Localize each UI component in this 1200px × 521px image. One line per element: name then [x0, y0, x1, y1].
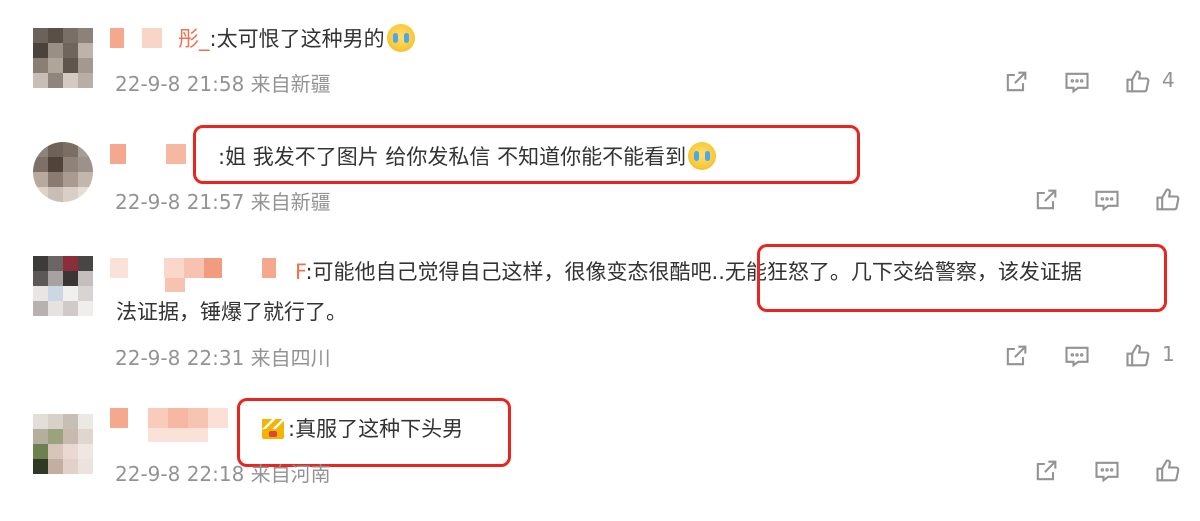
comment-actions: 4 — [1000, 66, 1200, 98]
comment-meta: 22-9-8 21:58 来自新疆 — [115, 72, 331, 96]
comment-meta: 22-9-8 21:57 来自新疆 — [115, 190, 331, 214]
share-icon[interactable] — [1030, 455, 1062, 487]
crying-emoji-icon — [386, 24, 415, 52]
username-blurred — [165, 278, 185, 292]
avatar[interactable] — [33, 142, 93, 202]
comment-icon[interactable] — [1091, 455, 1123, 487]
comment-icon[interactable] — [1061, 66, 1093, 98]
thumbs-up-icon[interactable] — [1152, 455, 1184, 487]
comment-meta: 22-9-8 22:31 来自四川 — [115, 346, 331, 370]
thumbs-up-icon[interactable] — [1152, 184, 1184, 216]
highlight-box — [757, 244, 1167, 312]
username-blurred — [148, 428, 208, 442]
share-icon[interactable] — [1030, 184, 1062, 216]
thumbs-up-icon[interactable] — [1122, 66, 1154, 98]
thumbs-up-icon[interactable] — [1122, 340, 1154, 372]
username-blurred[interactable] — [110, 28, 180, 50]
share-icon[interactable] — [1000, 66, 1032, 98]
like-count: 4 — [1162, 68, 1175, 92]
comment-actions: 1 — [1000, 340, 1200, 372]
comment-text-line2: 法证据，锤爆了就行了。 — [116, 300, 347, 324]
comment-item: :姐 我发不了图片 给你发私信 不知道你能不能看到 22-9-8 21:57 来… — [0, 120, 1200, 236]
comment-actions — [1030, 455, 1200, 487]
comment-meta: 22-9-8 22:18 来自河南 — [115, 462, 331, 486]
username-tail[interactable]: F — [295, 260, 305, 284]
share-icon[interactable] — [1000, 340, 1032, 372]
avatar[interactable] — [33, 28, 93, 88]
comment-item: :真服了这种下头男 22-9-8 22:18 来自河南 — [0, 386, 1200, 521]
username-blurred[interactable] — [110, 144, 186, 166]
highlight-box — [237, 398, 511, 467]
comment-item: 彤_:太可恨了这种男的 22-9-8 21:58 来自新疆 4 — [0, 0, 1200, 120]
highlight-box — [193, 125, 860, 184]
username-tail[interactable]: 彤_ — [178, 27, 210, 51]
avatar[interactable] — [33, 414, 93, 474]
comment-icon[interactable] — [1061, 340, 1093, 372]
avatar[interactable] — [33, 256, 93, 316]
comment-icon[interactable] — [1091, 184, 1123, 216]
comment-text: 彤_:太可恨了这种男的 — [178, 24, 415, 54]
comment-item: F:可能他自己觉得自己这样，很像变态很酷吧..无能狂怒了。几下交给警察，该发证据… — [0, 236, 1200, 386]
like-count: 1 — [1162, 342, 1175, 366]
comment-actions — [1030, 184, 1200, 216]
username-blurred[interactable] — [110, 258, 276, 280]
username-blurred[interactable] — [110, 408, 228, 430]
